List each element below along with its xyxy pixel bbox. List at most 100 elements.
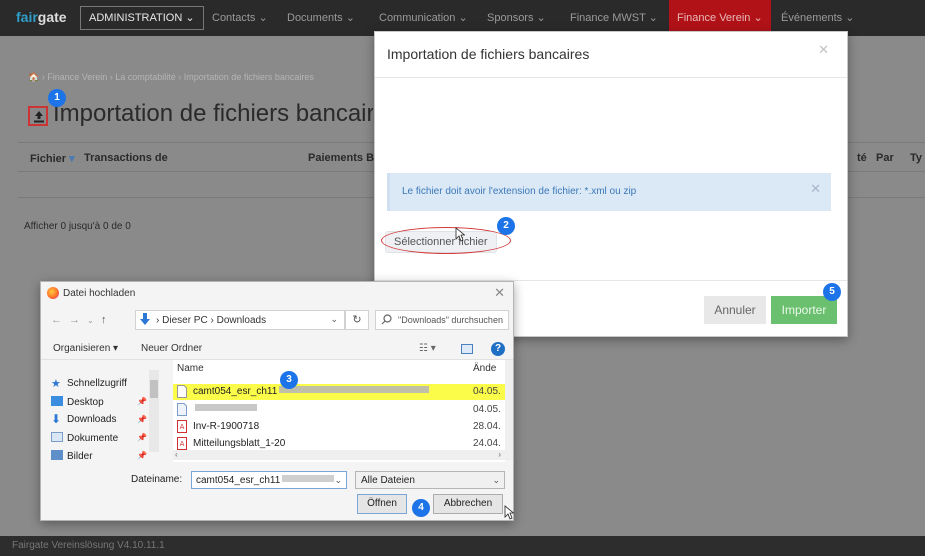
path-downloads[interactable]: Downloads	[217, 315, 266, 326]
redacted-text	[195, 404, 257, 411]
breadcrumb-separator: ›	[210, 315, 214, 326]
col-paiements[interactable]: Paiements B	[308, 152, 374, 164]
search-input[interactable]: "Downloads" durchsuchen	[375, 310, 509, 330]
col-transactions[interactable]: Transactions de	[84, 152, 168, 164]
download-arrow-icon: ⬇	[51, 412, 62, 426]
col-type[interactable]: Ty	[910, 152, 922, 164]
svg-text:A: A	[180, 440, 185, 448]
file-list: Name Ände camt054_esr_ch11 04.05. 04.05.…	[173, 360, 505, 462]
cancel-button[interactable]: Annuler	[704, 296, 766, 324]
view-options-icon[interactable]: ☷ ▾	[419, 343, 436, 354]
horizontal-scrollbar[interactable]: ‹ ›	[173, 450, 505, 460]
redacted-text	[282, 475, 335, 482]
nav-documents[interactable]: Dokumente	[51, 432, 118, 444]
filename-input[interactable]: camt054_esr_ch11 ⌄	[191, 471, 347, 489]
back-arrow-icon[interactable]: ←	[51, 314, 62, 326]
navigation-pane: ★ Schnellzugriff Desktop ⬇ Downloads Dokum…	[41, 360, 163, 462]
file-icon	[177, 385, 187, 398]
chevron-down-icon[interactable]: ⌄	[330, 314, 338, 325]
upload-icon	[28, 106, 48, 126]
open-button[interactable]: Öffnen	[357, 494, 407, 514]
step-marker-2: 2	[497, 217, 515, 235]
file-icon	[177, 403, 187, 416]
import-button[interactable]: Importer	[771, 296, 837, 324]
forward-arrow-icon[interactable]: →	[69, 314, 80, 326]
nav-finance-mwst[interactable]: Finance MWST ⌄	[570, 11, 658, 24]
search-icon	[381, 314, 392, 325]
star-icon: ★	[51, 378, 61, 390]
col-date[interactable]: Ände	[473, 363, 496, 374]
organize-menu[interactable]: Organisieren ▾	[53, 343, 118, 354]
document-icon	[51, 432, 63, 442]
nav-pictures[interactable]: Bilder	[51, 450, 93, 462]
fairgate-logo[interactable]: fairgate	[16, 9, 67, 25]
nav-communication[interactable]: Communication ⌄	[379, 11, 468, 24]
pdf-icon: A	[177, 420, 187, 433]
chevron-down-icon: ⌄	[185, 12, 195, 24]
close-icon[interactable]: ✕	[494, 285, 505, 301]
pictures-icon	[51, 450, 63, 460]
home-icon[interactable]: 🏠	[28, 72, 39, 82]
up-arrow-icon[interactable]: ↑	[101, 314, 107, 326]
breadcrumb-separator: ›	[156, 315, 160, 326]
mouse-cursor-icon	[504, 505, 514, 520]
pin-icon[interactable]: 📌	[137, 397, 147, 406]
path-this-pc[interactable]: Dieser PC	[162, 315, 208, 326]
page-title: Importation de fichiers bancaires	[53, 100, 373, 127]
footer: Fairgate Vereinslösung V4.10.11.1	[0, 536, 925, 556]
nav-contacts[interactable]: Contacts ⌄	[212, 11, 268, 24]
nav-evenements[interactable]: Événements ⌄	[781, 11, 854, 24]
chevron-right-icon[interactable]: ›	[498, 450, 501, 459]
col-qualite[interactable]: té	[857, 152, 867, 164]
file-list-scrollbar[interactable]	[505, 360, 513, 460]
pin-icon[interactable]: 📌	[137, 451, 147, 460]
chevron-down-icon[interactable]: ⌄	[334, 475, 342, 486]
dialog-toolbar: Organisieren ▾ Neuer Ordner ☷ ▾ ?	[41, 338, 513, 360]
preview-pane-icon[interactable]	[461, 344, 473, 354]
help-icon[interactable]: ?	[491, 342, 505, 356]
sort-down-icon: ▾	[69, 153, 75, 165]
info-alert: Le fichier doit avoir l'extension de fic…	[387, 173, 831, 211]
file-upload-dialog: Datei hochladen ✕ ← → ⌄ ↑ › Dieser PC › …	[40, 281, 514, 521]
download-arrow-icon	[140, 313, 150, 325]
col-par[interactable]: Par	[876, 152, 894, 164]
step-marker-4: 4	[412, 499, 430, 517]
desktop-icon	[51, 396, 63, 406]
chevron-down-icon: ⌄	[492, 475, 500, 485]
address-bar-row: ← → ⌄ ↑ › Dieser PC › Downloads ⌄ ↻ "Dow…	[41, 308, 513, 334]
col-fichier[interactable]: Fichier ▾	[30, 152, 75, 165]
step-marker-3: 3	[280, 371, 298, 389]
close-icon[interactable]: ✕	[810, 181, 821, 197]
nav-desktop[interactable]: Desktop	[51, 396, 104, 408]
nav-scrollbar[interactable]	[149, 370, 159, 452]
modal-divider	[375, 77, 847, 78]
highlight-ring	[381, 227, 511, 254]
nav-quick-access[interactable]: ★ Schnellzugriff	[51, 378, 127, 390]
file-row[interactable]: A Inv-R-1900718 28.04.	[173, 419, 505, 435]
pin-icon[interactable]: 📌	[137, 433, 147, 442]
redacted-text	[279, 386, 430, 393]
file-row[interactable]: 04.05.	[173, 402, 505, 418]
modal-title: Importation de fichiers bancaires	[387, 46, 590, 62]
nav-sponsors[interactable]: Sponsors ⌄	[487, 11, 546, 24]
close-icon[interactable]: ✕	[818, 42, 829, 58]
alert-text: Le fichier doit avoir l'extension de fic…	[402, 186, 637, 197]
pin-icon[interactable]: 📌	[137, 415, 147, 424]
administration-menu[interactable]: ADMINISTRATION ⌄	[80, 6, 204, 30]
chevron-down-icon[interactable]: ⌄	[87, 316, 94, 325]
svg-text:A: A	[180, 423, 185, 431]
nav-documents[interactable]: Documents ⌄	[287, 11, 355, 24]
filetype-select[interactable]: Alle Dateien ⌄	[355, 471, 505, 489]
file-row-selected[interactable]: camt054_esr_ch11 04.05.	[173, 384, 505, 400]
col-name[interactable]: Name	[177, 363, 204, 374]
refresh-icon[interactable]: ↻	[345, 310, 369, 330]
scroll-thumb[interactable]	[150, 380, 158, 398]
chevron-left-icon[interactable]: ‹	[175, 450, 178, 459]
step-marker-1: 1	[48, 89, 66, 107]
cancel-button[interactable]: Abbrechen	[433, 494, 503, 514]
nav-downloads[interactable]: ⬇ Downloads	[51, 412, 116, 426]
step-marker-5: 5	[823, 283, 841, 301]
address-bar[interactable]: › Dieser PC › Downloads ⌄	[135, 310, 345, 330]
filename-label: Dateiname:	[131, 474, 183, 485]
new-folder-button[interactable]: Neuer Ordner	[141, 343, 202, 354]
